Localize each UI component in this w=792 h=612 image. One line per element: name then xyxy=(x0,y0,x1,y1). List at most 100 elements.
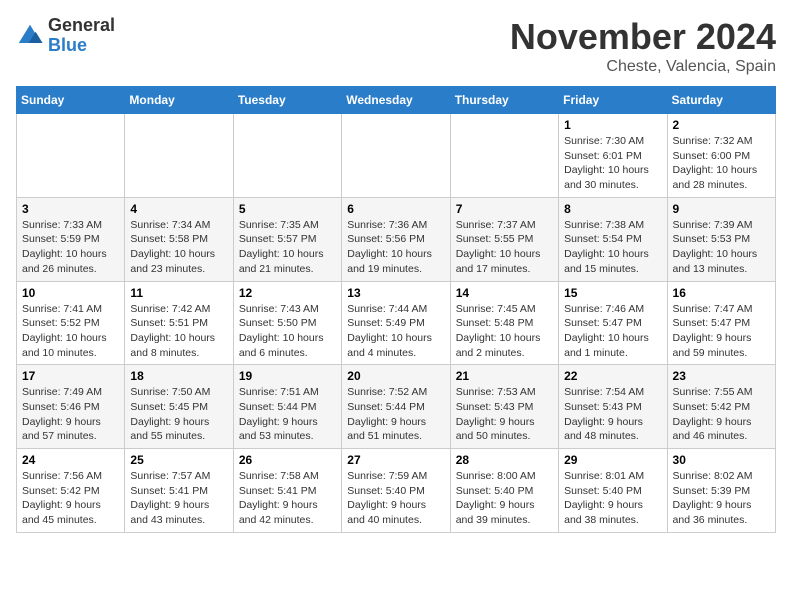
logo-general-text: General xyxy=(48,15,115,35)
day-info: Sunrise: 7:55 AMSunset: 5:42 PMDaylight:… xyxy=(673,385,770,444)
calendar-cell: 23 Sunrise: 7:55 AMSunset: 5:42 PMDayligh… xyxy=(667,365,775,449)
calendar-cell: 19 Sunrise: 7:51 AMSunset: 5:44 PMDayligh… xyxy=(233,365,341,449)
day-info: Sunrise: 7:53 AMSunset: 5:43 PMDaylight:… xyxy=(456,385,553,444)
calendar-cell: 12 Sunrise: 7:43 AMSunset: 5:50 PMDayligh… xyxy=(233,281,341,365)
calendar-cell: 6Sunrise: 7:36 AMSunset: 5:56 PMDaylight… xyxy=(342,197,450,281)
day-number: 27 xyxy=(347,453,444,467)
calendar-cell: 20 Sunrise: 7:52 AMSunset: 5:44 PMDayligh… xyxy=(342,365,450,449)
day-info: Sunrise: 8:00 AMSunset: 5:40 PMDaylight:… xyxy=(456,469,553,528)
calendar-cell: 2 Sunrise: 7:32 AMSunset: 6:00 PMDaylight… xyxy=(667,114,775,198)
day-info: Sunrise: 7:42 AMSunset: 5:51 PMDaylight:… xyxy=(130,302,227,361)
day-number: 17 xyxy=(22,369,119,383)
weekday-header: Thursday xyxy=(450,87,558,114)
weekday-header: Wednesday xyxy=(342,87,450,114)
day-info: Sunrise: 7:41 AMSunset: 5:52 PMDaylight:… xyxy=(22,302,119,361)
day-number: 4 xyxy=(130,202,227,216)
day-info: Sunrise: 7:47 AMSunset: 5:47 PMDaylight:… xyxy=(673,302,770,361)
location: Cheste, Valencia, Spain xyxy=(510,58,776,76)
calendar-cell: 13 Sunrise: 7:44 AMSunset: 5:49 PMDayligh… xyxy=(342,281,450,365)
day-info: Sunrise: 7:36 AMSunset: 5:56 PMDaylight:… xyxy=(347,218,444,277)
day-info: Sunrise: 7:34 AMSunset: 5:58 PMDaylight:… xyxy=(130,218,227,277)
day-number: 1 xyxy=(564,118,661,132)
calendar-cell: 18Sunrise: 7:50 AMSunset: 5:45 PMDayligh… xyxy=(125,365,233,449)
day-number: 12 xyxy=(239,286,336,300)
calendar-cell: 29Sunrise: 8:01 AMSunset: 5:40 PMDayligh… xyxy=(559,449,667,533)
day-info: Sunrise: 7:58 AMSunset: 5:41 PMDaylight:… xyxy=(239,469,336,528)
title-block: November 2024 Cheste, Valencia, Spain xyxy=(510,16,776,76)
calendar-cell: 16 Sunrise: 7:47 AMSunset: 5:47 PMDayligh… xyxy=(667,281,775,365)
day-number: 19 xyxy=(239,369,336,383)
calendar-cell: 27 Sunrise: 7:59 AMSunset: 5:40 PMDayligh… xyxy=(342,449,450,533)
calendar-cell: 21 Sunrise: 7:53 AMSunset: 5:43 PMDayligh… xyxy=(450,365,558,449)
calendar-week-row: 17 Sunrise: 7:49 AMSunset: 5:46 PMDayligh… xyxy=(17,365,776,449)
calendar-cell xyxy=(125,114,233,198)
day-number: 21 xyxy=(456,369,553,383)
calendar-cell: 28 Sunrise: 8:00 AMSunset: 5:40 PMDayligh… xyxy=(450,449,558,533)
calendar-cell: 30Sunrise: 8:02 AMSunset: 5:39 PMDayligh… xyxy=(667,449,775,533)
calendar-cell xyxy=(233,114,341,198)
weekday-header: Tuesday xyxy=(233,87,341,114)
calendar-cell: 10 Sunrise: 7:41 AMSunset: 5:52 PMDayligh… xyxy=(17,281,125,365)
day-number: 20 xyxy=(347,369,444,383)
day-number: 26 xyxy=(239,453,336,467)
day-info: Sunrise: 7:51 AMSunset: 5:44 PMDaylight:… xyxy=(239,385,336,444)
day-info: Sunrise: 7:57 AMSunset: 5:41 PMDaylight:… xyxy=(130,469,227,528)
day-number: 18 xyxy=(130,369,227,383)
calendar-cell: 11 Sunrise: 7:42 AMSunset: 5:51 PMDayligh… xyxy=(125,281,233,365)
calendar-week-row: 3Sunrise: 7:33 AMSunset: 5:59 PMDaylight… xyxy=(17,197,776,281)
day-number: 3 xyxy=(22,202,119,216)
day-number: 2 xyxy=(673,118,770,132)
day-info: Sunrise: 7:39 AMSunset: 5:53 PMDaylight:… xyxy=(673,218,770,277)
logo-blue-text: Blue xyxy=(48,35,87,55)
calendar-cell: 1 Sunrise: 7:30 AMSunset: 6:01 PMDaylight… xyxy=(559,114,667,198)
calendar-cell xyxy=(450,114,558,198)
calendar-cell: 24Sunrise: 7:56 AMSunset: 5:42 PMDayligh… xyxy=(17,449,125,533)
calendar-cell: 15 Sunrise: 7:46 AMSunset: 5:47 PMDayligh… xyxy=(559,281,667,365)
day-number: 13 xyxy=(347,286,444,300)
day-number: 23 xyxy=(673,369,770,383)
day-info: Sunrise: 7:59 AMSunset: 5:40 PMDaylight:… xyxy=(347,469,444,528)
day-info: Sunrise: 7:44 AMSunset: 5:49 PMDaylight:… xyxy=(347,302,444,361)
day-number: 7 xyxy=(456,202,553,216)
day-number: 15 xyxy=(564,286,661,300)
calendar-table: SundayMondayTuesdayWednesdayThursdayFrid… xyxy=(16,86,776,533)
calendar-cell: 3Sunrise: 7:33 AMSunset: 5:59 PMDaylight… xyxy=(17,197,125,281)
calendar-cell: 22Sunrise: 7:54 AMSunset: 5:43 PMDayligh… xyxy=(559,365,667,449)
day-number: 22 xyxy=(564,369,661,383)
calendar-cell: 4 Sunrise: 7:34 AMSunset: 5:58 PMDaylight… xyxy=(125,197,233,281)
calendar-week-row: 1 Sunrise: 7:30 AMSunset: 6:01 PMDaylight… xyxy=(17,114,776,198)
day-info: Sunrise: 7:32 AMSunset: 6:00 PMDaylight:… xyxy=(673,134,770,193)
weekday-header: Sunday xyxy=(17,87,125,114)
day-number: 9 xyxy=(673,202,770,216)
day-info: Sunrise: 7:38 AMSunset: 5:54 PMDaylight:… xyxy=(564,218,661,277)
day-info: Sunrise: 7:52 AMSunset: 5:44 PMDaylight:… xyxy=(347,385,444,444)
day-info: Sunrise: 7:49 AMSunset: 5:46 PMDaylight:… xyxy=(22,385,119,444)
logo: General Blue xyxy=(16,16,115,56)
weekday-header: Saturday xyxy=(667,87,775,114)
day-number: 24 xyxy=(22,453,119,467)
month-title: November 2024 xyxy=(510,16,776,58)
day-number: 10 xyxy=(22,286,119,300)
day-number: 8 xyxy=(564,202,661,216)
day-number: 30 xyxy=(673,453,770,467)
logo-icon xyxy=(16,22,44,50)
calendar-cell xyxy=(17,114,125,198)
calendar-cell: 14 Sunrise: 7:45 AMSunset: 5:48 PMDayligh… xyxy=(450,281,558,365)
day-number: 14 xyxy=(456,286,553,300)
page-header: General Blue November 2024 Cheste, Valen… xyxy=(16,16,776,76)
calendar-week-row: 10 Sunrise: 7:41 AMSunset: 5:52 PMDayligh… xyxy=(17,281,776,365)
day-number: 5 xyxy=(239,202,336,216)
day-info: Sunrise: 7:30 AMSunset: 6:01 PMDaylight:… xyxy=(564,134,661,193)
logo-text: General Blue xyxy=(48,16,115,56)
day-number: 28 xyxy=(456,453,553,467)
day-info: Sunrise: 7:45 AMSunset: 5:48 PMDaylight:… xyxy=(456,302,553,361)
calendar-cell: 25Sunrise: 7:57 AMSunset: 5:41 PMDayligh… xyxy=(125,449,233,533)
day-number: 16 xyxy=(673,286,770,300)
day-info: Sunrise: 7:46 AMSunset: 5:47 PMDaylight:… xyxy=(564,302,661,361)
calendar-cell: 8 Sunrise: 7:38 AMSunset: 5:54 PMDaylight… xyxy=(559,197,667,281)
calendar-cell xyxy=(342,114,450,198)
day-number: 11 xyxy=(130,286,227,300)
day-info: Sunrise: 7:43 AMSunset: 5:50 PMDaylight:… xyxy=(239,302,336,361)
day-info: Sunrise: 7:35 AMSunset: 5:57 PMDaylight:… xyxy=(239,218,336,277)
day-number: 29 xyxy=(564,453,661,467)
